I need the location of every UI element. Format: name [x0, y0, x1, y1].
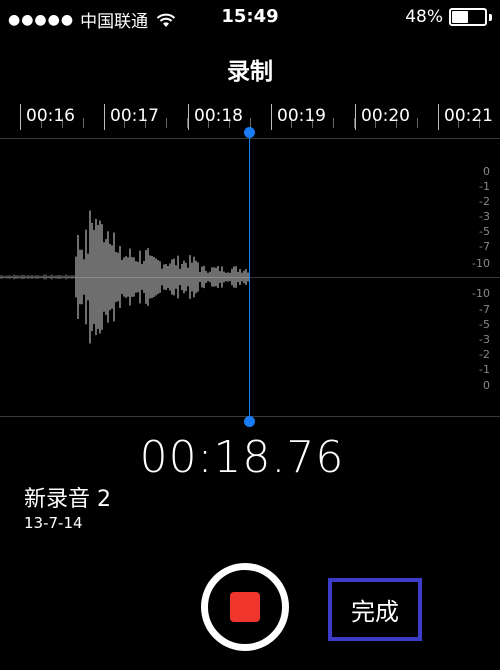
timeline-label: 00:20 [361, 106, 410, 126]
stop-icon [230, 592, 260, 622]
timeline-label: 00:17 [110, 106, 159, 126]
db-scale-label: -5 [479, 318, 490, 331]
timeline-major-tick [271, 104, 272, 130]
db-scale-label: -10 [472, 257, 490, 270]
battery-fill [452, 11, 469, 23]
db-scale-label: -7 [479, 303, 490, 316]
status-right: 48% [405, 7, 492, 27]
db-scale-label: -10 [472, 287, 490, 300]
status-bar: ●●●●● 中国联通 15:49 48% [0, 0, 500, 34]
db-scale-label: -7 [479, 240, 490, 253]
waveform [0, 210, 249, 344]
elapsed-time: 00:18.76 [139, 432, 345, 483]
timeline-label: 00:19 [277, 106, 326, 126]
timeline-major-tick [188, 104, 189, 130]
timeline-label: 00:21 [444, 106, 493, 126]
battery-percent: 48% [405, 7, 443, 27]
battery-tip [489, 13, 492, 21]
db-scale-label: -2 [479, 195, 490, 208]
timeline-label: 00:16 [26, 106, 75, 126]
db-scale-label: -3 [479, 333, 490, 346]
timeline-major-tick [20, 104, 21, 130]
timeline-major-tick [438, 104, 439, 130]
db-scale-label: -5 [479, 225, 490, 238]
timeline-minor-tick [166, 118, 168, 128]
battery-icon [449, 8, 487, 26]
page-title: 录制 [227, 59, 273, 85]
db-scale-label: -1 [479, 180, 490, 193]
timeline-minor-tick [82, 118, 84, 128]
timeline-major-tick [104, 104, 105, 130]
db-scale-label: 0 [483, 379, 490, 392]
done-button[interactable]: 完成 [328, 578, 422, 641]
timeline-minor-tick [416, 118, 418, 128]
timeline-major-tick [355, 104, 356, 130]
db-scale-label: -2 [479, 348, 490, 361]
stop-recording-button[interactable] [201, 563, 289, 651]
recording-date: 13-7-14 [24, 514, 83, 532]
playhead-line[interactable] [249, 132, 250, 422]
db-scale-label: -1 [479, 363, 490, 376]
db-scale-label: 0 [483, 165, 490, 178]
waveform-area[interactable]: 0 -1 -2 -3 -5 -7 -10 -10 -7 -5 -3 -2 -1 0 [0, 138, 500, 417]
db-scale-label: -3 [479, 210, 490, 223]
playhead-top-handle[interactable] [244, 127, 255, 138]
recording-name[interactable]: 新录音 2 [24, 481, 111, 513]
timeline-minor-tick [333, 118, 335, 128]
playhead-bottom-handle[interactable] [244, 416, 255, 427]
timeline-label: 00:18 [194, 106, 243, 126]
